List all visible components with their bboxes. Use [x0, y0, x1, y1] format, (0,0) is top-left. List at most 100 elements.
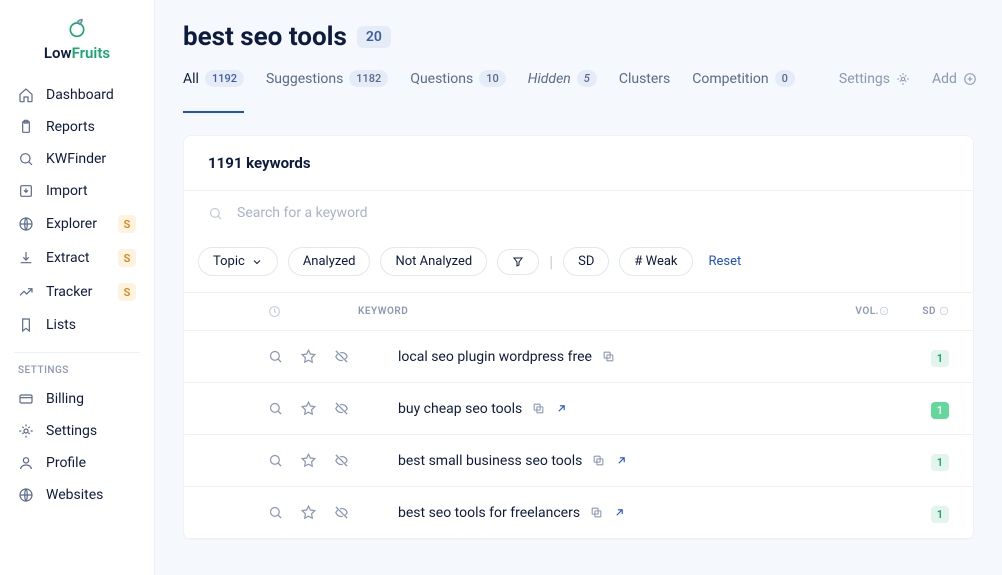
keyword-text: best small business seo tools — [398, 453, 582, 469]
external-link-icon[interactable] — [555, 402, 568, 415]
tab-all[interactable]: All 1192 — [183, 70, 244, 113]
tab-count: 5 — [577, 70, 597, 87]
sidebar-divider — [14, 352, 140, 353]
sidebar-item-label: KWFinder — [46, 151, 106, 167]
chip-not-analyzed[interactable]: Not Analyzed — [380, 247, 487, 276]
page-title-row: best seo tools 20 — [183, 22, 974, 52]
search-icon[interactable] — [268, 505, 283, 520]
sidebar-item-dashboard[interactable]: Dashboard — [8, 80, 146, 110]
tab-suggestions[interactable]: Suggestions1182 — [266, 70, 388, 113]
eye-off-icon[interactable] — [334, 505, 349, 520]
search-icon — [18, 151, 34, 167]
chip-topic[interactable]: Topic — [198, 247, 278, 276]
sidebar-item-lists[interactable]: Lists — [8, 310, 146, 340]
sidebar-item-extract[interactable]: ExtractS — [8, 242, 146, 274]
page-title: best seo tools — [183, 22, 347, 52]
chip-sd[interactable]: SD — [563, 247, 609, 276]
sidebar-item-websites[interactable]: Websites — [8, 480, 146, 510]
sidebar: LowFruits DashboardReports KWFinder Import… — [0, 0, 155, 575]
table-row[interactable]: best small business seo tools1 — [184, 435, 973, 487]
keyword-text: best seo tools for freelancers — [398, 505, 580, 521]
sidebar-item-label: Tracker — [46, 284, 92, 300]
chip-weak[interactable]: # Weak — [619, 247, 692, 276]
star-icon[interactable] — [301, 505, 316, 520]
logo-text-fruits: Fruits — [72, 44, 110, 62]
external-link-icon[interactable] — [613, 506, 626, 519]
sidebar-item-label: Lists — [46, 317, 76, 333]
home-icon — [18, 87, 34, 103]
copy-icon[interactable] — [592, 454, 605, 467]
badge-s: S — [118, 215, 136, 233]
gear-icon — [18, 423, 34, 439]
chip-analyzed[interactable]: Analyzed — [288, 247, 371, 276]
tab-competition[interactable]: Competition0 — [692, 70, 795, 113]
star-icon[interactable] — [301, 401, 316, 416]
user-icon — [18, 455, 34, 471]
title-count-badge: 20 — [357, 26, 391, 48]
tab-label: Settings — [839, 71, 890, 87]
eye-off-icon[interactable] — [334, 453, 349, 468]
filter-icon — [512, 256, 524, 268]
sidebar-item-billing[interactable]: Billing — [8, 384, 146, 414]
copy-icon[interactable] — [590, 506, 603, 519]
tab-label: All — [183, 71, 199, 87]
copy-icon[interactable] — [602, 350, 615, 363]
search-icon[interactable] — [268, 401, 283, 416]
sidebar-item-explorer[interactable]: Explorer S — [8, 208, 146, 240]
tab-add[interactable]: Add — [932, 71, 977, 113]
sidebar-item-profile[interactable]: Profile — [8, 448, 146, 478]
sidebar-item-label: Billing — [46, 391, 84, 407]
col-header-keyword[interactable]: KEYWORD — [358, 306, 819, 317]
search-input[interactable] — [237, 205, 949, 221]
sd-badge: 1 — [931, 350, 949, 367]
tab-label: Clusters — [619, 71, 670, 87]
table-row[interactable]: local seo plugin wordpress free1 — [184, 331, 973, 383]
col-header-sd[interactable]: SD — [922, 306, 936, 317]
tab-label: Questions — [410, 71, 473, 87]
logo-text-low: Low — [44, 44, 72, 62]
tab-hidden[interactable]: Hidden 5 — [528, 70, 597, 113]
card-icon — [18, 391, 34, 407]
col-header-vol[interactable]: VOL. — [855, 306, 879, 317]
sidebar-item-label: Profile — [46, 455, 86, 471]
tab-clusters[interactable]: Clusters — [619, 71, 670, 113]
badge-s: S — [118, 283, 136, 301]
sidebar-section-label: SETTINGS — [0, 365, 154, 384]
eye-off-icon[interactable] — [334, 349, 349, 364]
search-icon[interactable] — [268, 453, 283, 468]
chip-filter[interactable] — [497, 249, 539, 275]
gear-icon — [896, 72, 910, 86]
clock-icon[interactable] — [268, 305, 281, 318]
tab-questions[interactable]: Questions 10 — [410, 70, 505, 113]
sidebar-item-import[interactable]: Import — [8, 176, 146, 206]
table-body: local seo plugin wordpress free1buy chea… — [184, 331, 973, 539]
sidebar-item-reports[interactable]: Reports — [8, 112, 146, 142]
tab-count: 10 — [479, 70, 506, 87]
main-content: best seo tools 20 All 1192 Suggestions1182… — [155, 0, 1002, 575]
reset-link[interactable]: Reset — [709, 254, 742, 269]
sidebar-item-settings[interactable]: Settings — [8, 416, 146, 446]
tab-label: Competition — [692, 71, 768, 87]
external-link-icon[interactable] — [615, 454, 628, 467]
sidebar-item-tracker[interactable]: Tracker S — [8, 276, 146, 308]
info-icon — [879, 306, 889, 316]
tab-count: 1192 — [205, 70, 244, 87]
sidebar-item-label: Settings — [46, 423, 97, 439]
logo[interactable]: LowFruits — [0, 18, 154, 62]
tab-settings[interactable]: Settings — [839, 71, 910, 113]
eye-off-icon[interactable] — [334, 401, 349, 416]
tab-count: 1182 — [349, 70, 388, 87]
sidebar-item-label: Import — [46, 183, 88, 199]
tab-label: Hidden — [528, 71, 571, 87]
sidebar-item-label: Websites — [46, 487, 103, 503]
table-row[interactable]: buy cheap seo tools1 — [184, 383, 973, 435]
sidebar-nav: DashboardReportsKWFinderImportExplorerSE… — [0, 80, 154, 340]
copy-icon[interactable] — [532, 402, 545, 415]
sidebar-item-kwfinder[interactable]: KWFinder — [8, 144, 146, 174]
search-icon[interactable] — [268, 349, 283, 364]
star-icon[interactable] — [301, 349, 316, 364]
sidebar-item-label: Explorer — [46, 216, 97, 232]
table-row[interactable]: best seo tools for freelancers1 — [184, 487, 973, 539]
filter-separator: | — [549, 252, 553, 271]
star-icon[interactable] — [301, 453, 316, 468]
